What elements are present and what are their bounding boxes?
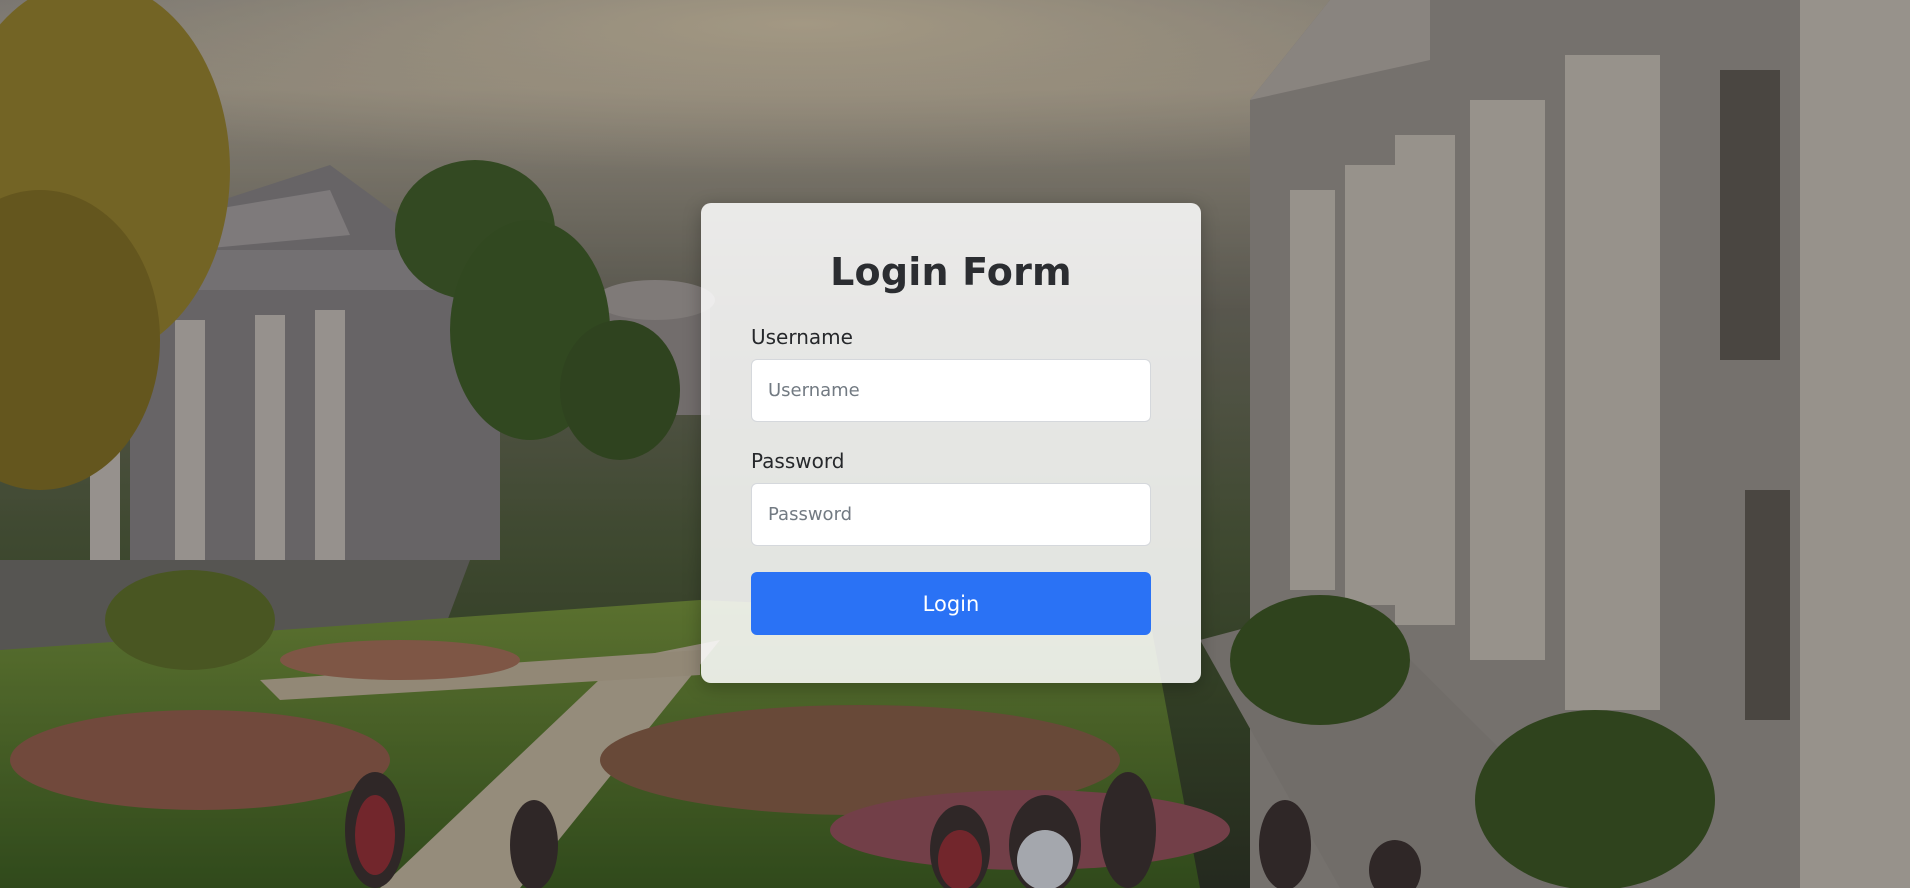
username-input[interactable] (751, 359, 1151, 422)
login-button[interactable]: Login (751, 572, 1151, 635)
form-title: Login Form (830, 250, 1072, 294)
login-form-card: Login Form Username Password Login (701, 203, 1201, 683)
password-label: Password (751, 449, 845, 473)
username-label: Username (751, 325, 853, 349)
password-input[interactable] (751, 483, 1151, 546)
